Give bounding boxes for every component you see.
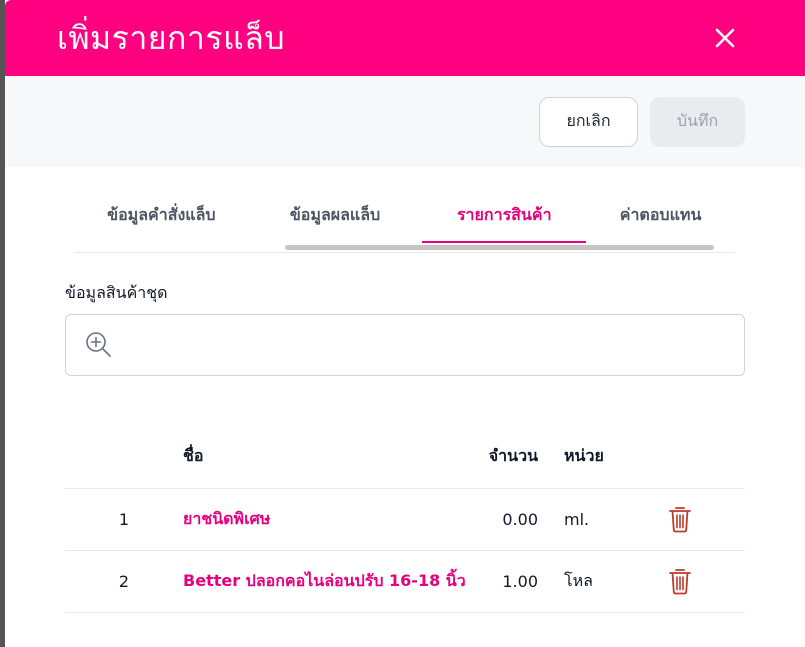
row-index: 2 — [65, 550, 183, 613]
row-action-cell — [668, 488, 745, 551]
col-unit-header: หน่วย — [538, 426, 668, 489]
row-product-name[interactable]: Better ปลอกคอไนล่อนปรับ 16-18 นิ้ว — [183, 550, 483, 613]
add-lab-modal: เพิ่มรายการแล็บ ยกเลิก บันทึก ข้อมูลคำสั… — [5, 0, 805, 647]
row-unit: ml. — [538, 488, 668, 551]
tab-scrollbar[interactable] — [285, 245, 714, 250]
modal-title: เพิ่มรายการแล็บ — [57, 18, 286, 57]
product-table: ชื่อ จำนวน หน่วย 1 ยาชนิดพิเศษ 0.00 ml. — [65, 426, 745, 613]
row-unit: โหล — [538, 550, 668, 613]
trash-icon[interactable] — [668, 567, 692, 595]
row-quantity: 0.00 — [483, 488, 538, 551]
trash-icon[interactable] — [668, 505, 692, 533]
table-header-row: ชื่อ จำนวน หน่วย — [65, 426, 745, 489]
modal-toolbar: ยกเลิก บันทึก — [5, 76, 805, 167]
row-quantity: 1.00 — [483, 550, 538, 613]
tab-lab-result-info[interactable]: ข้อมูลผลแล็บ — [248, 197, 423, 243]
table-row: 2 Better ปลอกคอไนล่อนปรับ 16-18 นิ้ว 1.0… — [65, 550, 745, 613]
modal-header: เพิ่มรายการแล็บ — [5, 0, 805, 76]
bundle-search-input[interactable] — [65, 314, 745, 376]
bundle-field-label: ข้อมูลสินค้าชุด — [65, 283, 168, 302]
save-button[interactable]: บันทึก — [650, 96, 745, 147]
col-qty-header: จำนวน — [483, 426, 538, 489]
row-product-name[interactable]: ยาชนิดพิเศษ — [183, 488, 483, 551]
tab-lab-order-info[interactable]: ข้อมูลคำสั่งแล็บ — [75, 197, 248, 243]
tab-bar: ข้อมูลคำสั่งแล็บ ข้อมูลผลแล็บ รายการสินค… — [75, 197, 735, 253]
cancel-button[interactable]: ยกเลิก — [539, 96, 638, 147]
product-name-text[interactable]: ยาชนิดพิเศษ — [183, 509, 270, 528]
close-button[interactable] — [709, 22, 741, 54]
col-name-header: ชื่อ — [183, 426, 483, 489]
table-row: 1 ยาชนิดพิเศษ 0.00 ml. — [65, 488, 745, 551]
col-action-header — [668, 426, 745, 489]
close-icon — [715, 28, 735, 48]
product-name-text[interactable]: Better ปลอกคอไนล่อนปรับ 16-18 นิ้ว — [183, 571, 466, 590]
col-index-header — [65, 426, 183, 489]
tab-compensation[interactable]: ค่าตอบแทน — [586, 197, 735, 243]
row-index: 1 — [65, 488, 183, 551]
search-plus-icon — [86, 332, 111, 357]
row-action-cell — [668, 550, 745, 613]
tab-product-list[interactable]: รายการสินค้า — [422, 197, 586, 243]
